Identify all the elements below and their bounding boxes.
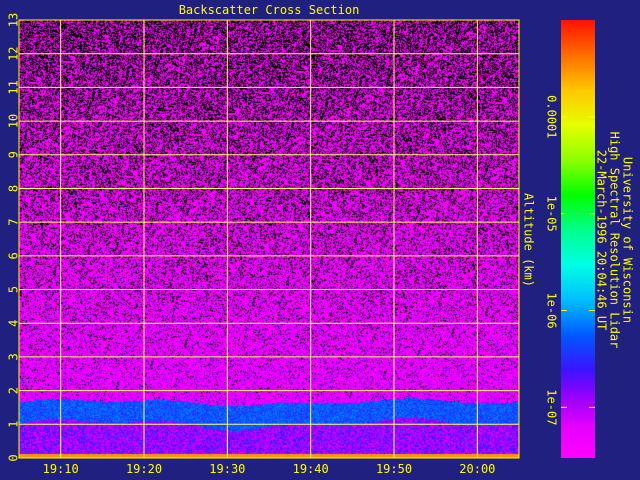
y-tick-label: 10 [7,114,21,128]
y-tick-label: 6 [7,252,21,259]
x-tick-label: 19:10 [43,462,79,476]
y-tick-label: 0 [7,454,21,461]
figure: Backscatter Cross Section 0 1 2 3 4 5 6 7 8 9 10 11… [0,0,640,480]
x-tick-label: 20:00 [459,462,495,476]
y-tick-label: 4 [7,320,21,327]
y-tick-label: 13 [7,13,21,27]
x-axis: 19:10 19:20 19:30 19:40 19:50 20:00 [43,462,496,476]
y-tick-label: 11 [7,80,21,94]
annotation-line: University of Wisconsin [621,157,635,323]
annotation: University of WisconsinHigh Spectral Res… [595,132,635,349]
x-tick-label: 19:40 [293,462,329,476]
y-tick-label: 3 [7,353,21,360]
chart-title: Backscatter Cross Section [179,3,360,17]
y-tick-label: 8 [7,185,21,192]
colorbar-tick-label: 1e-07 [545,389,559,425]
x-tick-label: 19:20 [126,462,162,476]
grid [18,19,520,459]
y-tick-label: 2 [7,387,21,394]
colorbar-tick-label: 1e-05 [545,196,559,232]
colorbar-tick-label: 0.0001 [545,95,559,138]
y-tick-label: 5 [7,286,21,293]
colorbar-tick-label: 1e-06 [545,292,559,328]
y-tick-label: 12 [7,46,21,60]
colorbar-ticks: 1e-07 1e-06 1e-05 0.0001 [545,95,595,425]
y-tick-label: 9 [7,151,21,158]
plot-frame [18,19,520,459]
chart-overlay: Backscatter Cross Section 01234567891011… [7,3,635,476]
y-tick-label: 7 [7,219,21,226]
annotation-line: 22-March-1996 20:04:46 UT [595,150,609,331]
x-tick-label: 19:50 [376,462,412,476]
annotation-line: High Spectral Resolution Lidar [608,132,622,349]
y-axis: 012345678910111213 [7,13,21,462]
x-tick-label: 19:30 [209,462,245,476]
y-tick-label: 1 [7,421,21,428]
y-axis-label: Altitude (km) [522,193,536,287]
